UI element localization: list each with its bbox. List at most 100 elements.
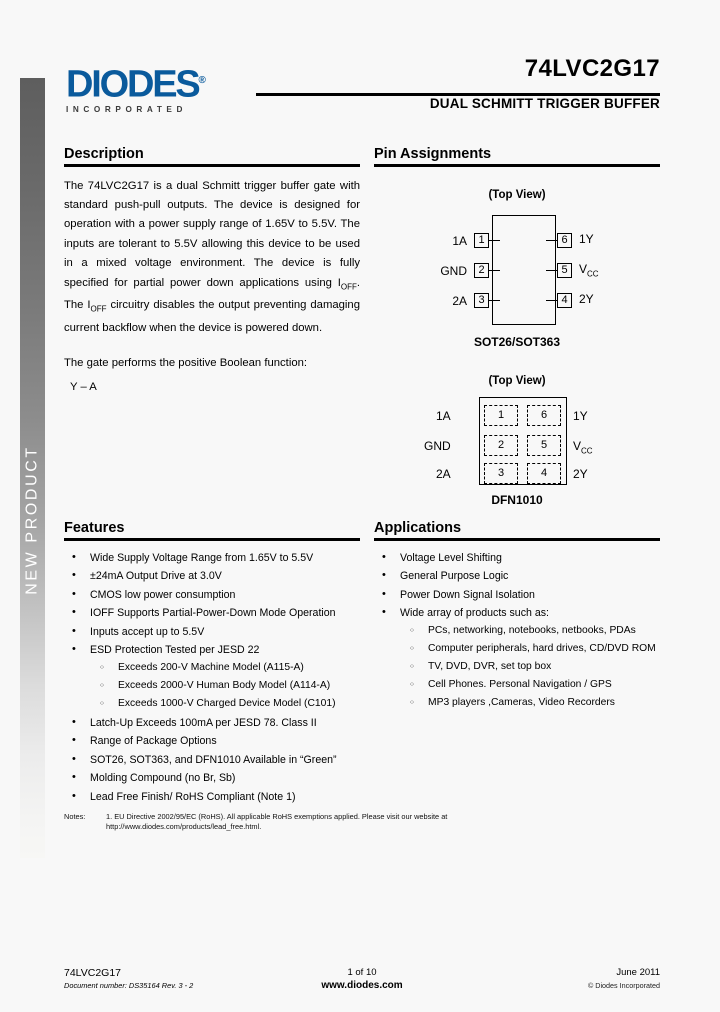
pin-assignments-heading-rule: [374, 164, 660, 167]
dfn-pin-label-2a: 2A: [436, 466, 451, 481]
description-paragraph-1: The 74LVC2G17 is a dual Schmitt trigger …: [64, 177, 360, 339]
features-heading: Features: [64, 520, 125, 536]
description-p1-part-a: The 74LVC2G17 is a dual Schmitt trigger …: [64, 179, 360, 289]
description-p1-part-c: circuitry disables the output preventing…: [64, 299, 360, 334]
dfn-pin-label-1y: 1Y: [573, 408, 588, 423]
footer-part-number: 74LVC2G17: [64, 967, 122, 979]
sot-pin-right-4-number: 4: [557, 293, 572, 309]
sot-pin-left-3: 2A 3: [414, 293, 500, 309]
logo-subtext: INCORPORATED: [66, 104, 188, 114]
footer-left: 74LVC2G17 Document number: DS35164 Rev. …: [64, 966, 193, 991]
logo-wordmark: DIODES®: [66, 62, 206, 104]
sot-top-view-label: (Top View): [488, 188, 546, 201]
sot-pin-right-4-label: 2Y: [579, 292, 594, 307]
sot-package-diagram: 1A 1 GND 2 2A 3 6 1Y 5 VCC 4 2Y: [374, 209, 660, 329]
list-item: CMOS low power consumption: [64, 585, 360, 604]
list-item: PCs, networking, notebooks, netbooks, PD…: [400, 622, 660, 640]
boolean-intro: The gate performs the positive Boolean f…: [64, 357, 308, 370]
sot-pin-right-6: 6 1Y: [546, 232, 594, 249]
list-item: ±24mA Output Drive at 3.0V: [64, 566, 360, 585]
description-heading-rule: [64, 164, 360, 167]
list-item: Latch-Up Exceeds 100mA per JESD 78. Clas…: [64, 713, 360, 732]
footer-right: June 2011 © Diodes Incorporated: [588, 966, 660, 991]
sot-pin-left-2-lead: [489, 269, 500, 272]
list-item: Wide array of products such as: PCs, net…: [374, 603, 660, 712]
applications-heading: Applications: [374, 520, 462, 536]
ioff-subscript-2: OFF: [90, 304, 107, 314]
datasheet-page: NEW PRODUCT DIODES® INCORPORATED 74LVC2G…: [0, 0, 720, 1012]
list-item: TV, DVD, DVR, set top box: [400, 658, 660, 676]
dfn-pad-3: 3: [484, 462, 518, 484]
sot-pin-right-5: 5 VCC: [546, 262, 599, 279]
list-item: Wide Supply Voltage Range from 1.65V to …: [64, 548, 360, 567]
dfn-pin-label-gnd: GND: [424, 438, 451, 453]
footer-website-link[interactable]: www.diodes.com: [321, 980, 402, 991]
sot-pin-left-3-lead: [489, 299, 500, 302]
dfn-pad-4: 4: [527, 462, 561, 484]
sot-pin-left-1-number: 1: [474, 233, 489, 249]
dfn-pad-1: 1: [484, 404, 518, 426]
sot-pin-right-6-lead: [546, 239, 557, 242]
diodes-logo: DIODES® INCORPORATED: [66, 62, 256, 114]
list-item: Exceeds 200-V Machine Model (A115-A): [90, 659, 360, 677]
list-item: Inputs accept up to 5.5V: [64, 622, 360, 641]
sot-pin-right-4-lead: [546, 299, 557, 302]
sot-pin-left-2-label: GND: [440, 263, 467, 278]
page-footer: 74LVC2G17 Document number: DS35164 Rev. …: [64, 966, 660, 1000]
applications-section: Applications Voltage Level Shifting Gene…: [374, 520, 660, 713]
dfn-pad-6: 6: [527, 404, 561, 426]
sot-pin-left-1-label: 1A: [452, 233, 467, 248]
sot-pin-left-2: GND 2: [414, 263, 500, 279]
page-title: 74LVC2G17: [524, 55, 660, 82]
list-item: SOT26, SOT363, and DFN1010 Available in …: [64, 750, 360, 769]
list-item: MP3 players ,Cameras, Video Recorders: [400, 694, 660, 712]
ioff-subscript-1: OFF: [340, 281, 357, 291]
list-item: Exceeds 2000-V Human Body Model (A114-A): [90, 677, 360, 695]
features-list: Wide Supply Voltage Range from 1.65V to …: [64, 548, 360, 806]
dfn-pad-2: 2: [484, 434, 518, 456]
sot-pin-right-5-number: 5: [557, 263, 572, 279]
sot-pin-left-3-number: 3: [474, 293, 489, 309]
footer-copyright: © Diodes Incorporated: [587, 981, 660, 990]
sot-pin-right-6-label: 1Y: [579, 232, 594, 247]
list-item: Lead Free Finish/ RoHS Compliant (Note 1…: [64, 787, 360, 806]
dfn-pad-5: 5: [527, 434, 561, 456]
notes-label: Notes:: [64, 812, 86, 821]
sot-pin-right-4: 4 2Y: [546, 292, 594, 309]
logo-wordmark-text: DIODES: [66, 63, 201, 106]
list-item: General Purpose Logic: [374, 566, 660, 585]
sot-pin-left-2-number: 2: [474, 263, 489, 279]
footer-date: June 2011: [616, 967, 660, 978]
sot-pin-left-1-lead: [489, 239, 500, 242]
applications-list: Voltage Level Shifting General Purpose L…: [374, 548, 660, 713]
description-heading: Description: [64, 146, 144, 162]
description-section: Description The 74LVC2G17 is a dual Schm…: [64, 146, 360, 413]
applications-sublist: PCs, networking, notebooks, netbooks, PD…: [400, 622, 660, 712]
list-item: IOFF Supports Partial-Power-Down Mode Op…: [64, 603, 360, 622]
list-item: ESD Protection Tested per JESD 22 Exceed…: [64, 640, 360, 713]
applications-heading-rule: [374, 538, 660, 541]
dfn-top-view-label: (Top View): [488, 374, 546, 387]
dfn-pin-label-2y: 2Y: [573, 466, 588, 481]
sot-package-name: SOT26/SOT363: [473, 334, 561, 349]
boolean-function: Y – A: [70, 380, 97, 393]
list-item: Voltage Level Shifting: [374, 548, 660, 567]
notes-block: Notes: 1. EU Directive 2002/95/EC (RoHS).…: [64, 812, 504, 832]
footer-page-number: 1 of 10: [347, 967, 377, 978]
features-section: Features Wide Supply Voltage Range from …: [64, 520, 360, 806]
footer-center: 1 of 10 www.diodes.com: [321, 966, 402, 991]
pin-assignments-heading: Pin Assignments: [374, 146, 492, 162]
list-item: Computer peripherals, hard drives, CD/DV…: [400, 640, 660, 658]
description-body: The 74LVC2G17 is a dual Schmitt trigger …: [64, 177, 360, 398]
list-item: Range of Package Options: [64, 731, 360, 750]
features-heading-rule: [64, 538, 360, 541]
dfn-pin-label-vcc: VCC: [573, 438, 593, 455]
features-sublist-esd: Exceeds 200-V Machine Model (A115-A) Exc…: [90, 659, 360, 713]
pin-assignments-section: Pin Assignments (Top View) 1A 1 GND 2 2A…: [374, 146, 660, 507]
list-item-continuation: Molding Compound (no Br, Sb): [64, 768, 360, 787]
dfn-pin-label-1a: 1A: [436, 408, 451, 423]
sot-pin-left-1: 1A 1: [414, 233, 500, 249]
sot-pin-right-5-lead: [546, 269, 557, 272]
list-item: Power Down Signal Isolation: [374, 585, 660, 604]
dfn-package-diagram: 1 2 3 6 5 4 1A GND 2A 1Y VCC 2Y: [374, 393, 660, 493]
